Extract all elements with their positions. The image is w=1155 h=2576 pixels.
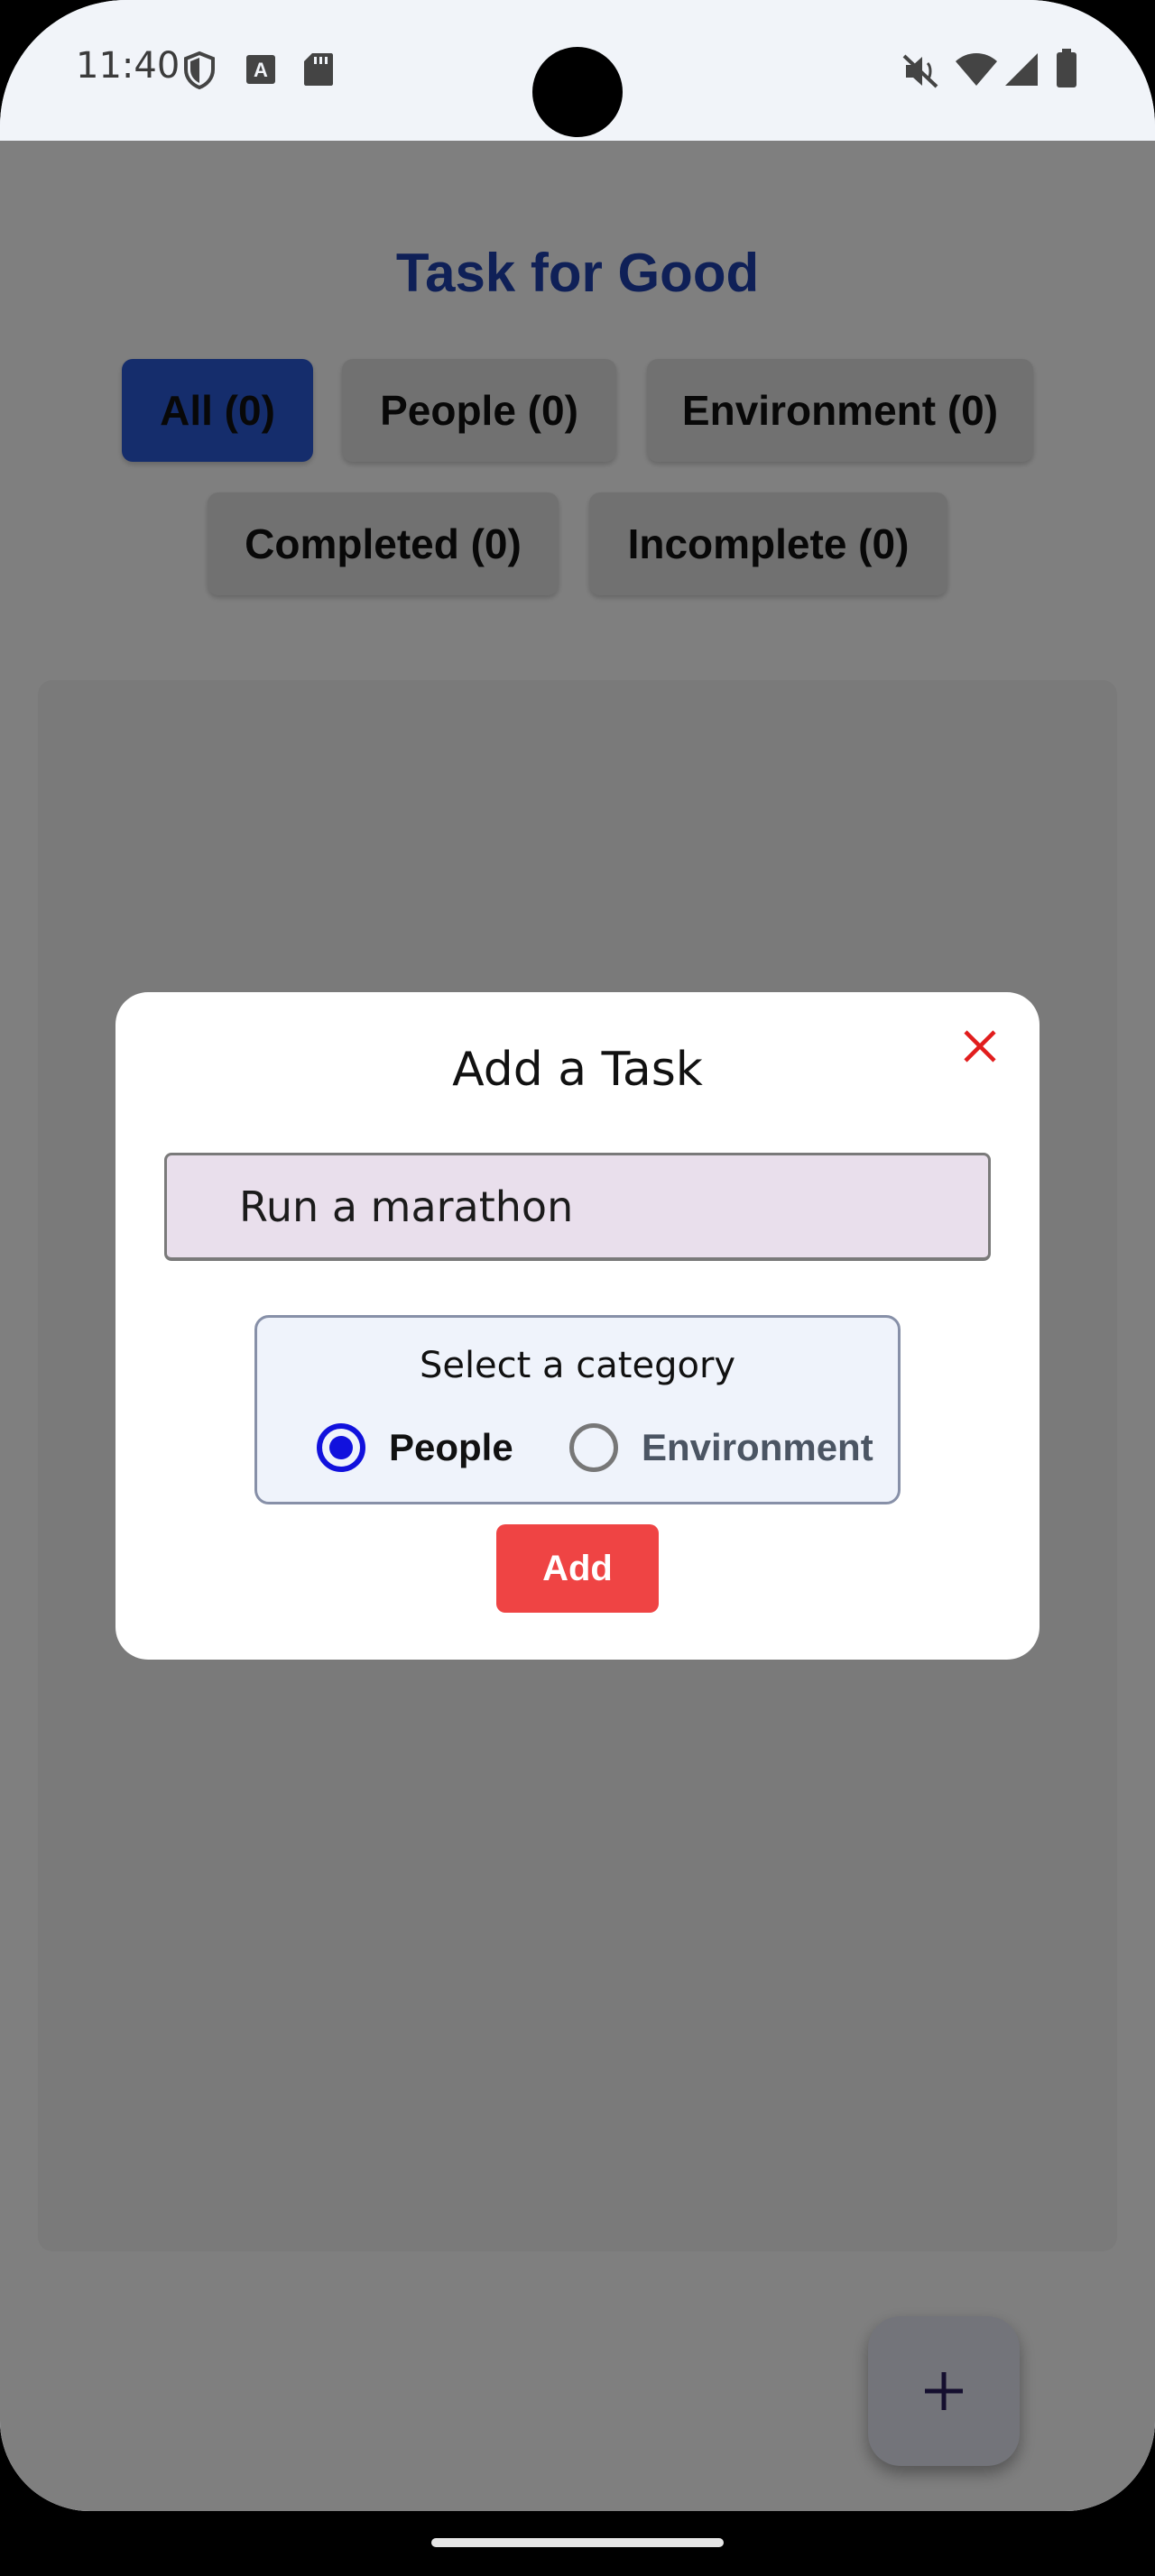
status-bar: 11:40 A <box>0 0 1155 141</box>
sd-card-icon <box>304 53 333 86</box>
gesture-nav-bar[interactable] <box>431 2538 724 2547</box>
font-download-icon: A <box>246 55 275 84</box>
radio-label-environment: Environment <box>642 1426 873 1468</box>
category-label: Select a category <box>419 1345 736 1386</box>
add-button[interactable]: Add <box>496 1524 659 1613</box>
dialog-title: Add a Task <box>452 1043 703 1097</box>
signal-icon <box>1005 53 1038 86</box>
shield-icon <box>184 51 215 90</box>
radio-option-environment[interactable]: Environment <box>569 1419 873 1477</box>
add-task-dialog: Add a Task Select a category People Envi… <box>116 992 1040 1660</box>
radio-button-checked[interactable] <box>317 1423 365 1472</box>
battery-icon <box>1057 49 1076 87</box>
wifi-icon <box>956 53 997 86</box>
radio-button-unchecked[interactable] <box>569 1423 618 1472</box>
task-name-input[interactable] <box>164 1153 991 1261</box>
category-selector: Select a category People Environment <box>254 1315 901 1504</box>
radio-label-people: People <box>389 1426 513 1468</box>
front-camera <box>532 47 623 137</box>
device-screen: 11:40 A Add a Task Run a marathon Select… <box>0 0 1155 2511</box>
mute-icon <box>902 54 938 88</box>
status-time: 11:40 <box>76 45 180 87</box>
radio-option-people[interactable]: People <box>317 1419 513 1477</box>
svg-text:A: A <box>254 59 268 81</box>
